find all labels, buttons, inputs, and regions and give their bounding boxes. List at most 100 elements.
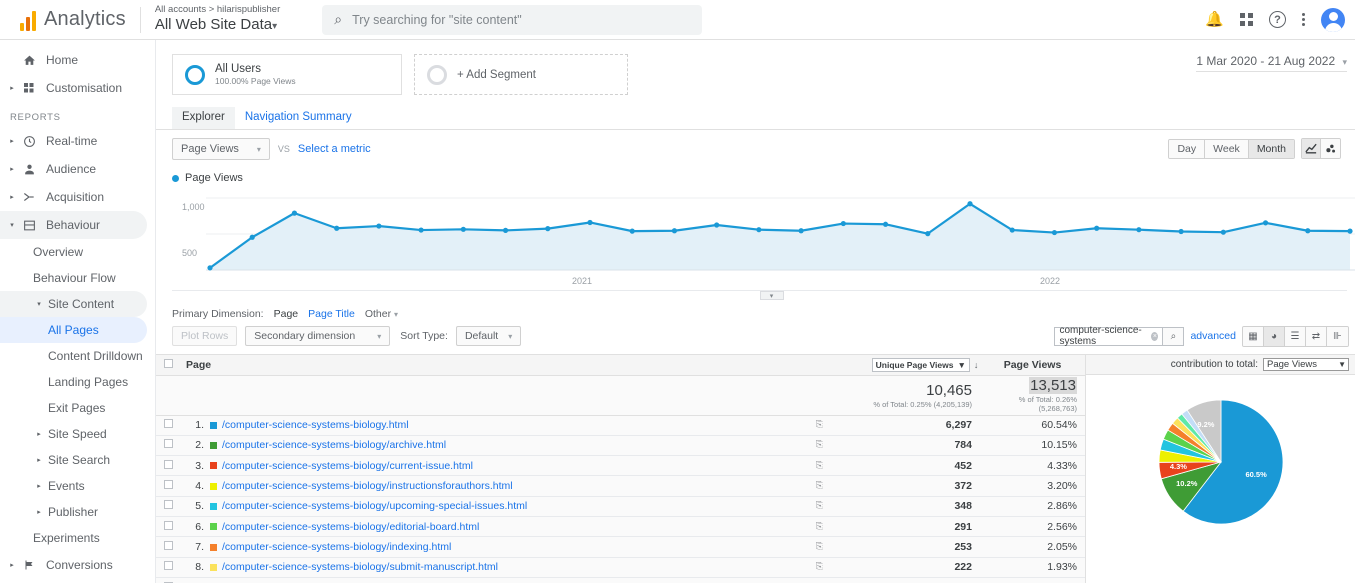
chart-date-slider[interactable]: ▾ bbox=[172, 290, 1347, 304]
open-page-icon[interactable]: ⎘ bbox=[816, 480, 823, 491]
sort-type-button[interactable]: Default ▾ bbox=[455, 326, 522, 346]
table-row[interactable]: 4. /computer-science-systems-biology/inst… bbox=[156, 475, 1085, 497]
pivot-view-icon[interactable]: ⊪ bbox=[1327, 326, 1348, 346]
advanced-filter-link[interactable]: advanced bbox=[1190, 330, 1236, 342]
open-page-icon[interactable]: ⎘ bbox=[816, 561, 823, 572]
open-page-icon[interactable]: ⎘ bbox=[816, 439, 823, 450]
avatar[interactable] bbox=[1321, 7, 1345, 32]
row-checkbox-cell[interactable] bbox=[156, 536, 180, 558]
performance-view-icon[interactable]: ☰ bbox=[1285, 326, 1306, 346]
add-segment-button[interactable]: + Add Segment bbox=[414, 54, 628, 95]
primary-dimension-page-title[interactable]: Page Title bbox=[308, 308, 355, 320]
sidebar-item-real-time[interactable]: ▸ Real-time bbox=[0, 127, 147, 155]
row-page-link[interactable]: /computer-science-systems-biology/curren… bbox=[222, 460, 473, 472]
sidebar-item-site-search[interactable]: ▸ Site Search bbox=[0, 447, 147, 473]
table-row[interactable]: 7. /computer-science-systems-biology/inde… bbox=[156, 536, 1085, 558]
apps-grid-icon[interactable] bbox=[1240, 13, 1253, 26]
column-header-page-views[interactable]: Page Views bbox=[980, 355, 1085, 376]
page-views-line-chart[interactable]: 1,000 500 2021 2022 bbox=[172, 188, 1355, 288]
granularity-day[interactable]: Day bbox=[1169, 139, 1206, 158]
table-row[interactable]: 5. /computer-science-systems-biology/upco… bbox=[156, 496, 1085, 517]
sidebar-item-all-pages[interactable]: All Pages bbox=[0, 317, 147, 343]
table-row[interactable]: 6. /computer-science-systems-biology/edit… bbox=[156, 516, 1085, 538]
account-selector[interactable]: All accounts > hilarispublisher All Web … bbox=[155, 4, 280, 35]
row-page-link[interactable]: /computer-science-systems-biology/archiv… bbox=[222, 439, 446, 451]
sidebar-item-behaviour-flow[interactable]: Behaviour Flow bbox=[0, 265, 147, 291]
more-options-icon[interactable] bbox=[1302, 13, 1305, 26]
motion-chart-icon[interactable] bbox=[1321, 139, 1340, 158]
sidebar-item-content-drilldown[interactable]: Content Drilldown bbox=[0, 343, 147, 369]
segment-all-users[interactable]: All Users 100.00% Page Views bbox=[172, 54, 402, 95]
row-checkbox-cell[interactable] bbox=[156, 435, 180, 457]
unique-page-views-pill[interactable]: Unique Page Views ▼ bbox=[871, 357, 970, 372]
row-checkbox-cell[interactable] bbox=[156, 577, 180, 583]
row-page-link[interactable]: /computer-science-systems-biology/submit… bbox=[222, 561, 498, 573]
sidebar-item-audience[interactable]: ▸ Audience bbox=[0, 155, 147, 183]
secondary-dimension-button[interactable]: Secondary dimension ▾ bbox=[245, 326, 391, 346]
row-checkbox-cell[interactable] bbox=[156, 557, 180, 578]
sidebar-item-events[interactable]: ▸ Events bbox=[0, 473, 147, 499]
row-checkbox-cell[interactable] bbox=[156, 455, 180, 477]
row-page-link[interactable]: /computer-science-systems-biology.html bbox=[222, 419, 409, 431]
line-chart-icon[interactable] bbox=[1302, 139, 1321, 158]
help-icon[interactable]: ? bbox=[1269, 11, 1286, 28]
sidebar-item-publisher[interactable]: ▸ Publisher bbox=[0, 499, 147, 525]
sidebar-item-exit-pages[interactable]: Exit Pages bbox=[0, 395, 147, 421]
sidebar-item-conversions[interactable]: ▸ Conversions bbox=[0, 551, 147, 579]
row-checkbox[interactable] bbox=[163, 419, 173, 429]
open-page-icon[interactable]: ⎘ bbox=[816, 500, 823, 511]
row-checkbox[interactable] bbox=[163, 480, 173, 490]
column-header-page[interactable]: Page bbox=[180, 355, 870, 376]
sidebar-item-customisation[interactable]: ▸ Customisation bbox=[0, 74, 147, 102]
slider-handle[interactable]: ▾ bbox=[759, 291, 784, 300]
table-row[interactable]: 8. /computer-science-systems-biology/subm… bbox=[156, 557, 1085, 578]
row-page-link[interactable]: /computer-science-systems-biology/instru… bbox=[222, 480, 513, 492]
primary-dimension-page[interactable]: Page bbox=[274, 308, 299, 320]
tab-navigation-summary[interactable]: Navigation Summary bbox=[235, 107, 362, 129]
sidebar-item-overview[interactable]: Overview bbox=[0, 239, 147, 265]
row-checkbox-cell[interactable] bbox=[156, 516, 180, 538]
table-row[interactable]: 3. /computer-science-systems-biology/curr… bbox=[156, 455, 1085, 477]
table-row[interactable]: 1. /computer-science-systems-biology.html… bbox=[156, 415, 1085, 436]
row-page-link[interactable]: /computer-science-systems-biology/upcomi… bbox=[222, 500, 527, 512]
open-page-icon[interactable]: ⎘ bbox=[816, 460, 823, 471]
row-checkbox[interactable] bbox=[163, 459, 173, 469]
plot-rows-button[interactable]: Plot Rows bbox=[172, 326, 238, 346]
open-page-icon[interactable]: ⎘ bbox=[816, 419, 823, 430]
sidebar-item-site-speed[interactable]: ▸ Site Speed bbox=[0, 421, 147, 447]
property-name[interactable]: All Web Site Data▾ bbox=[155, 16, 280, 35]
sidebar-item-acquisition[interactable]: ▸ Acquisition bbox=[0, 183, 147, 211]
granularity-week[interactable]: Week bbox=[1205, 139, 1249, 158]
sidebar-item-behaviour[interactable]: ▾ Behaviour bbox=[0, 211, 147, 239]
metric-selector[interactable]: Page Views ▾ bbox=[172, 138, 270, 160]
sidebar-item-landing-pages[interactable]: Landing Pages bbox=[0, 369, 147, 395]
row-checkbox[interactable] bbox=[163, 500, 173, 510]
date-range-picker[interactable]: 1 Mar 2020 - 21 Aug 2022 ▾ bbox=[1196, 54, 1347, 72]
table-search-input[interactable]: computer-science-systems × bbox=[1054, 325, 1163, 347]
open-page-icon[interactable]: ⎘ bbox=[816, 541, 823, 552]
row-checkbox[interactable] bbox=[163, 520, 173, 530]
search-icon[interactable]: ⌕ bbox=[1162, 326, 1185, 346]
row-page-link[interactable]: /computer-science-systems-biology/indexi… bbox=[222, 541, 451, 553]
row-checkbox-cell[interactable] bbox=[156, 475, 180, 497]
table-row[interactable]: 2. /computer-science-systems-biology/arch… bbox=[156, 435, 1085, 457]
pie-chart[interactable]: 60.5% 10.2% 4.3% 9.2% bbox=[1150, 391, 1292, 533]
notifications-bell-icon[interactable]: 🔔 bbox=[1205, 12, 1224, 27]
select-all-checkbox[interactable] bbox=[163, 358, 173, 368]
clear-search-icon[interactable]: × bbox=[1151, 331, 1159, 341]
pie-view-icon[interactable]: ◕ bbox=[1264, 326, 1285, 346]
table-view-icon[interactable]: ▦ bbox=[1243, 326, 1264, 346]
row-checkbox-cell[interactable] bbox=[156, 496, 180, 517]
comparison-view-icon[interactable]: ⇄ bbox=[1306, 326, 1327, 346]
row-checkbox[interactable] bbox=[163, 439, 173, 449]
table-row[interactable]: 9./computer-science-systems-biology/cita… bbox=[156, 577, 1085, 583]
granularity-month[interactable]: Month bbox=[1248, 139, 1294, 158]
column-header-unique-page-views[interactable]: Unique Page Views ▼ ↓ bbox=[870, 355, 980, 376]
row-checkbox-cell[interactable] bbox=[156, 415, 180, 436]
row-checkbox[interactable] bbox=[163, 540, 173, 550]
tab-explorer[interactable]: Explorer bbox=[172, 107, 235, 129]
row-page-link[interactable]: /computer-science-systems-biology/editor… bbox=[222, 521, 479, 533]
sort-descending-icon[interactable]: ↓ bbox=[974, 360, 979, 370]
select-all-header[interactable] bbox=[156, 355, 180, 376]
sidebar-item-site-content[interactable]: ▾ Site Content bbox=[0, 291, 147, 317]
